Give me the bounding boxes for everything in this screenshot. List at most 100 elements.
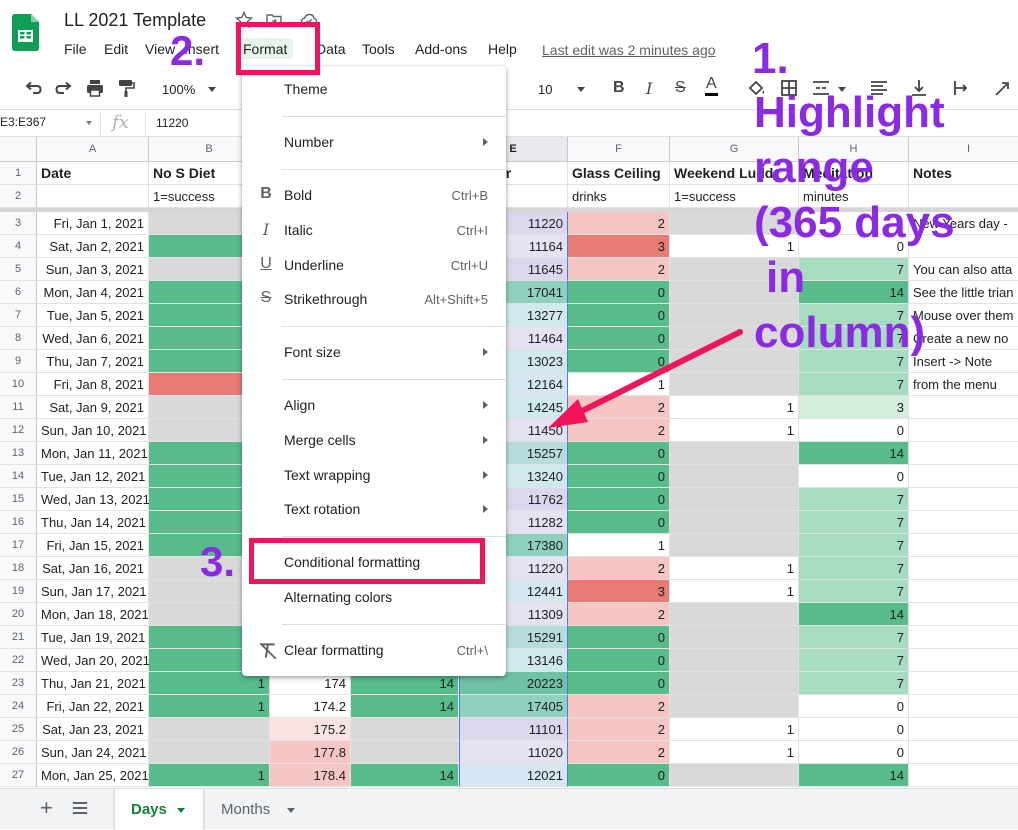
date-cell[interactable]: Tue, Jan 12, 2021: [37, 465, 149, 488]
row-header[interactable]: 27: [0, 764, 37, 787]
glass-ceiling-cell[interactable]: 2: [568, 396, 670, 419]
meditation-cell[interactable]: 7: [799, 258, 909, 281]
menu-item-strikethrough[interactable]: S Strikethrough Alt+Shift+5: [242, 284, 506, 314]
weekend-luddite-cell[interactable]: 1: [670, 419, 799, 442]
row-header[interactable]: 12: [0, 419, 37, 442]
row-header[interactable]: 7: [0, 304, 37, 327]
weekend-luddite-cell[interactable]: 1: [670, 580, 799, 603]
row-header[interactable]: 19: [0, 580, 37, 603]
date-cell[interactable]: Sun, Jan 3, 2021: [37, 258, 149, 281]
column-d-cell[interactable]: 14: [351, 695, 459, 718]
date-cell[interactable]: Tue, Jan 5, 2021: [37, 304, 149, 327]
weight-cell[interactable]: 177.8: [270, 741, 351, 764]
weekend-luddite-cell[interactable]: [670, 373, 799, 396]
text-wrapping-icon[interactable]: [950, 77, 972, 99]
notes-cell[interactable]: [909, 511, 1018, 534]
menu-item-alternating-colors[interactable]: Alternating colors: [242, 582, 506, 612]
notes-cell[interactable]: Mouse over them: [909, 304, 1018, 327]
notes-cell[interactable]: Insert -> Note: [909, 350, 1018, 373]
menu-data[interactable]: Data: [316, 41, 346, 57]
notes-cell[interactable]: [909, 465, 1018, 488]
sheet-tab-months[interactable]: Months: [204, 789, 314, 830]
text-color-icon[interactable]: A: [705, 75, 718, 96]
menu-item-text-wrapping[interactable]: Text wrapping: [242, 460, 506, 490]
no-s-diet-cell[interactable]: 1: [149, 695, 270, 718]
date-cell[interactable]: Fri, Jan 1, 2021: [37, 212, 149, 235]
weekend-luddite-cell[interactable]: [670, 672, 799, 695]
notes-cell[interactable]: [909, 718, 1018, 741]
menu-item-underline[interactable]: U Underline Ctrl+U: [242, 250, 506, 280]
column-header-f[interactable]: F: [568, 137, 670, 162]
weekend-luddite-cell[interactable]: [670, 626, 799, 649]
date-cell[interactable]: Tue, Jan 19, 2021: [37, 626, 149, 649]
glass-ceiling-cell[interactable]: 2: [568, 603, 670, 626]
date-cell[interactable]: Sun, Jan 24, 2021: [37, 741, 149, 764]
glass-ceiling-cell[interactable]: 0: [568, 511, 670, 534]
all-sheets-icon[interactable]: [72, 801, 88, 815]
row-header[interactable]: 11: [0, 396, 37, 419]
subheader-cell-f[interactable]: drinks: [568, 185, 670, 208]
glass-ceiling-cell[interactable]: 0: [568, 304, 670, 327]
select-all-corner[interactable]: [0, 137, 37, 162]
notes-cell[interactable]: [909, 672, 1018, 695]
glass-ceiling-cell[interactable]: 0: [568, 649, 670, 672]
glass-ceiling-cell[interactable]: 0: [568, 350, 670, 373]
meditation-cell[interactable]: 14: [799, 603, 909, 626]
date-cell[interactable]: Thu, Jan 7, 2021: [37, 350, 149, 373]
name-box-dropdown-icon[interactable]: [86, 121, 92, 125]
notes-cell[interactable]: [909, 580, 1018, 603]
weekend-luddite-cell[interactable]: [670, 649, 799, 672]
notes-cell[interactable]: [909, 695, 1018, 718]
glass-ceiling-cell[interactable]: 2: [568, 419, 670, 442]
date-cell[interactable]: Mon, Jan 11, 2021: [37, 442, 149, 465]
bold-icon[interactable]: B: [613, 79, 625, 97]
meditation-cell[interactable]: 0: [799, 465, 909, 488]
glass-ceiling-cell[interactable]: 2: [568, 258, 670, 281]
date-cell[interactable]: Sat, Jan 9, 2021: [37, 396, 149, 419]
row-header[interactable]: 25: [0, 718, 37, 741]
meditation-cell[interactable]: 0: [799, 718, 909, 741]
zoom-select[interactable]: 100%: [162, 82, 195, 97]
meditation-cell[interactable]: 7: [799, 488, 909, 511]
row-header[interactable]: 16: [0, 511, 37, 534]
glass-ceiling-cell[interactable]: 0: [568, 327, 670, 350]
ranger-cell[interactable]: 11101: [459, 718, 568, 741]
date-cell[interactable]: Mon, Jan 18, 2021: [37, 603, 149, 626]
menu-item-align[interactable]: Align: [242, 390, 506, 420]
date-cell[interactable]: Fri, Jan 15, 2021: [37, 534, 149, 557]
text-rotation-icon[interactable]: [992, 77, 1014, 99]
date-cell[interactable]: Thu, Jan 14, 2021: [37, 511, 149, 534]
glass-ceiling-cell[interactable]: 0: [568, 672, 670, 695]
notes-cell[interactable]: You can also atta: [909, 258, 1018, 281]
weight-cell[interactable]: 178.4: [270, 764, 351, 787]
row-header[interactable]: 17: [0, 534, 37, 557]
menu-file[interactable]: File: [64, 41, 87, 57]
glass-ceiling-cell[interactable]: 1: [568, 373, 670, 396]
notes-cell[interactable]: [909, 488, 1018, 511]
meditation-cell[interactable]: 7: [799, 649, 909, 672]
menu-item-theme[interactable]: Theme: [242, 74, 506, 104]
paint-format-icon[interactable]: [115, 77, 137, 99]
date-cell[interactable]: Wed, Jan 13, 2021: [37, 488, 150, 511]
date-cell[interactable]: Sat, Jan 16, 2021: [37, 557, 149, 580]
meditation-cell[interactable]: 14: [799, 764, 909, 787]
font-size-dropdown-icon[interactable]: [577, 87, 585, 92]
glass-ceiling-cell[interactable]: 3: [568, 580, 670, 603]
glass-ceiling-cell[interactable]: 2: [568, 741, 670, 764]
date-cell[interactable]: Sun, Jan 10, 2021: [37, 419, 149, 442]
weekend-luddite-cell[interactable]: [670, 764, 799, 787]
menu-edit[interactable]: Edit: [104, 41, 128, 57]
row-header[interactable]: 20: [0, 603, 37, 626]
ranger-cell[interactable]: 17405: [459, 695, 568, 718]
glass-ceiling-cell[interactable]: 0: [568, 442, 670, 465]
menu-help[interactable]: Help: [488, 41, 517, 57]
date-cell[interactable]: Fri, Jan 8, 2021: [37, 373, 149, 396]
ranger-cell[interactable]: 12021: [459, 764, 568, 787]
row-header[interactable]: 1: [0, 162, 37, 185]
notes-cell[interactable]: [909, 741, 1018, 764]
row-header[interactable]: 23: [0, 672, 37, 695]
weekend-luddite-cell[interactable]: [670, 488, 799, 511]
row-header[interactable]: 4: [0, 235, 37, 258]
meditation-cell[interactable]: 0: [799, 741, 909, 764]
notes-cell[interactable]: [909, 534, 1018, 557]
